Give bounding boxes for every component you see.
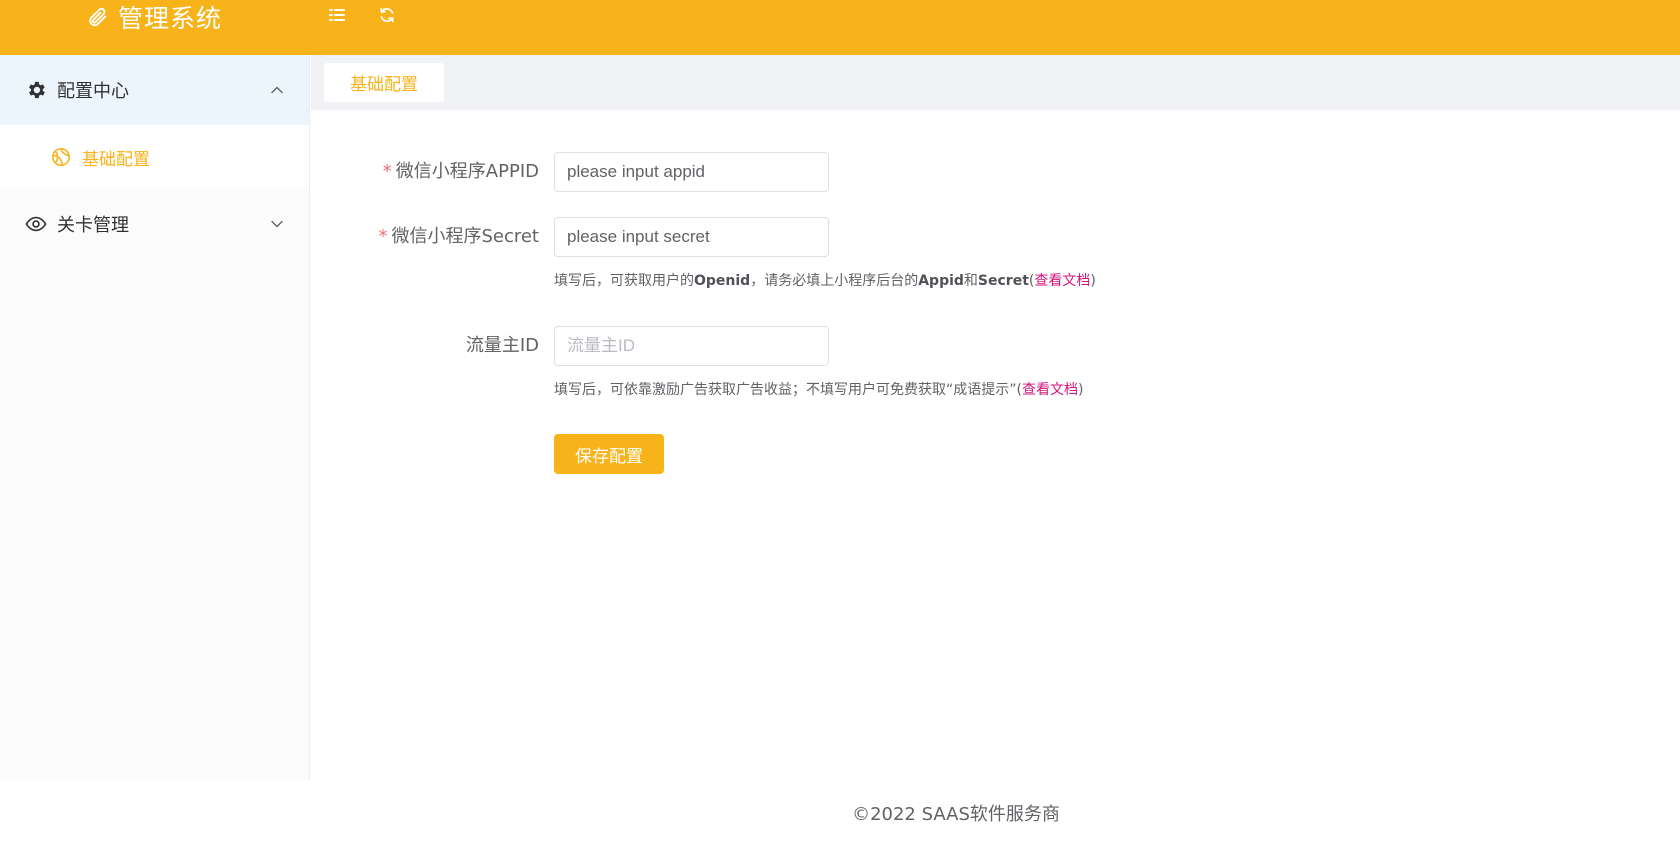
sidebar: 配置中心 基础配置 关卡管理 [0, 55, 310, 780]
sidebar-group-level-management[interactable]: 关卡管理 [0, 189, 309, 259]
copyright-text: ©2022 SAAS软件服务商 [852, 804, 1060, 825]
top-header: 管理系统 [0, 0, 1680, 55]
secret-input[interactable] [554, 217, 829, 257]
refresh-button[interactable] [376, 4, 398, 26]
refresh-icon [380, 7, 394, 23]
tab-basic-config[interactable]: 基础配置 [324, 63, 444, 102]
secret-hint: 填写后，可获取用户的Openid，请务必填上小程序后台的Appid和Secret… [554, 273, 1096, 289]
traffic-label: 流量主ID [465, 335, 539, 356]
sidebar-item-label: 基础配置 [82, 149, 150, 170]
eye-icon [25, 216, 47, 232]
menu-toggle-icon [329, 9, 345, 21]
menu-toggle-button[interactable] [326, 4, 348, 26]
sidebar-group-label: 关卡管理 [57, 215, 129, 236]
config-form: *微信小程序APPID *微信小程序Secret 填写后，可获取用户的Openi… [311, 110, 1680, 780]
save-config-button[interactable]: 保存配置 [554, 434, 664, 474]
required-mark: * [378, 226, 388, 247]
sidebar-group-label: 配置中心 [57, 81, 129, 102]
traffic-doc-link[interactable]: 查看文档 [1022, 382, 1078, 398]
secret-doc-link[interactable]: 查看文档 [1034, 273, 1090, 289]
chevron-up-icon [271, 86, 283, 94]
appid-input[interactable] [554, 152, 829, 192]
sidebar-group-config-center[interactable]: 配置中心 [0, 55, 309, 125]
tabs-bar: 基础配置 [311, 55, 1680, 110]
sidebar-item-basic-config[interactable]: 基础配置 [0, 125, 309, 189]
basketball-icon [51, 147, 71, 167]
app-logo[interactable]: 管理系统 [86, 0, 222, 34]
appid-label: * 微信小程序APPID [382, 161, 539, 182]
gear-icon [29, 81, 45, 99]
footer: ©2022 SAAS软件服务商 [0, 780, 1680, 856]
required-mark: * [382, 161, 392, 182]
paperclip-icon [89, 7, 107, 27]
traffic-id-input[interactable] [554, 326, 829, 366]
app-title: 管理系统 [118, 4, 223, 33]
secret-label: * 微信小程序Secret [378, 226, 539, 247]
chevron-down-icon [271, 220, 283, 228]
traffic-hint: 填写后，可依靠激励广告获取广告收益；不填写用户可免费获取“成语提示”(查看文档) [554, 382, 1084, 398]
